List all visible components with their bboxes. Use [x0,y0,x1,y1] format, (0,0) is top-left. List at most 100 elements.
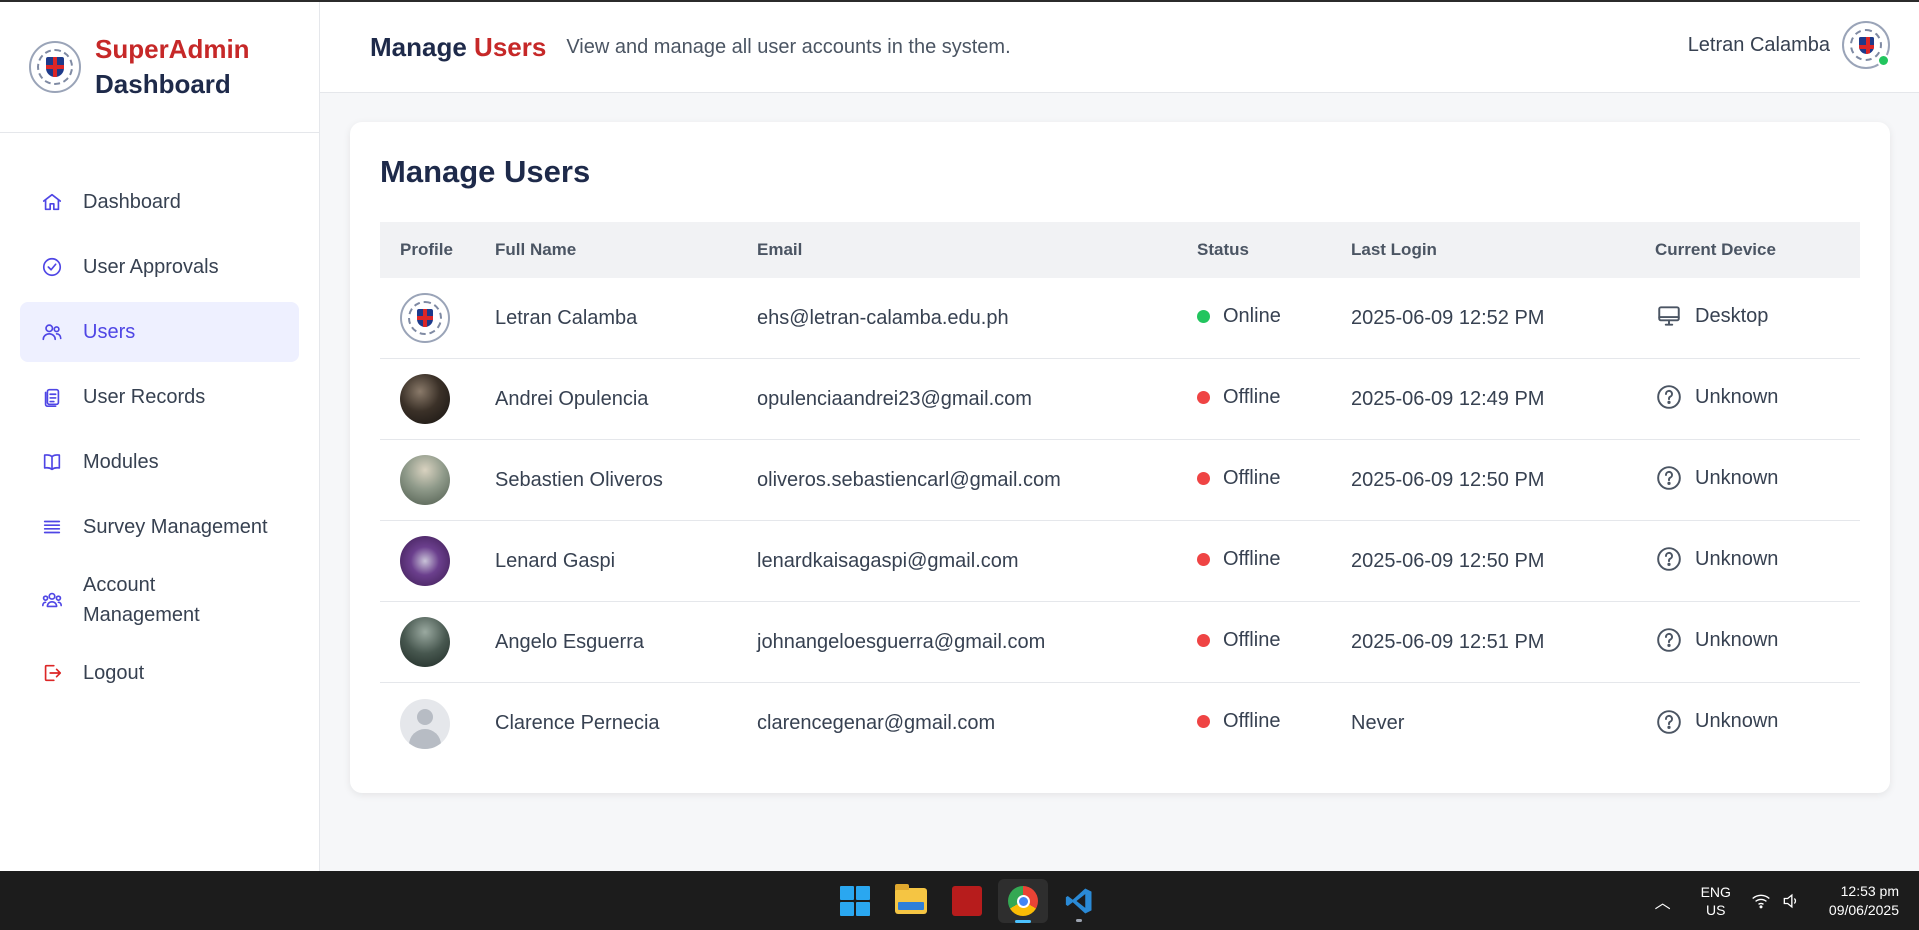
device-text: Unknown [1695,547,1779,570]
system-tray: ︿ ENG US 12:53 pm 09/06/2025 [1655,871,1899,930]
offline-dot-icon [1197,552,1210,566]
region-code: US [1706,901,1726,918]
file-explorer-button[interactable] [886,879,936,923]
question-circle-icon [1655,464,1683,492]
status-cell: Offline [1197,629,1351,652]
users-icon [40,320,64,344]
chevron-up-icon[interactable]: ︿ [1655,889,1671,913]
table-row[interactable]: Clarence Pernecia clarencegenar@gmail.co… [380,683,1860,764]
column-header-email: Email [757,240,803,259]
table-row[interactable]: Angelo Esguerra johnangeloesguerra@gmail… [380,602,1860,683]
status-text: Online [1223,304,1281,327]
offline-dot-icon [1197,390,1210,404]
table-header: Profile Full Name Email Status Last Logi… [380,222,1860,278]
profile-cell [380,455,495,505]
status-text: Offline [1223,628,1281,651]
sidebar-item-account-management[interactable]: Account Management [20,562,299,638]
last-login-cell: 2025-06-09 12:50 PM [1351,468,1545,491]
last-login-cell: 2025-06-09 12:51 PM [1351,630,1545,653]
book-icon [40,450,64,474]
sidebar-item-user-approvals[interactable]: User Approvals [20,237,299,297]
page-title-part1: Manage [370,31,467,62]
status-cell: Online [1197,305,1351,328]
profile-cell [380,536,495,586]
last-login-cell: 2025-06-09 12:52 PM [1351,306,1545,329]
brand-line1: SuperAdmin [95,34,250,64]
brand[interactable]: SuperAdmin Dashboard [0,2,319,133]
offline-dot-icon [1197,471,1210,485]
school-seal-icon [29,41,81,93]
sidebar-item-user-records[interactable]: User Records [20,367,299,427]
card-title: Manage Users [380,154,591,189]
red-app-icon [952,886,982,916]
device-cell: Unknown [1655,626,1860,654]
sidebar-item-label: Survey Management [83,516,268,538]
user-name: Letran Calamba [1687,33,1830,56]
brand-title: SuperAdmin Dashboard [95,32,250,102]
os-taskbar: ︿ ENG US 12:53 pm 09/06/2025 [0,871,1919,930]
clock-time: 12:53 pm [1840,882,1899,899]
sidebar-item-dashboard[interactable]: Dashboard [20,172,299,232]
device-text: Unknown [1695,710,1779,732]
home-icon [40,190,64,214]
language-indicator[interactable]: ENG US [1701,883,1731,919]
email-cell: lenardkaisagaspi@gmail.com [757,549,1019,572]
online-dot-icon [1197,309,1210,323]
status-text: Offline [1223,547,1281,570]
quick-settings[interactable] [1751,891,1801,911]
page-header: Manage Users View and manage all user ac… [320,2,1919,93]
table-row[interactable]: Sebastien Oliveros oliveros.sebastiencar… [380,440,1860,521]
page-title-part2: Users [474,31,547,62]
column-header-status: Status [1197,240,1249,259]
sidebar-item-label: Modules [83,451,159,473]
full-name-cell: Lenard Gaspi [495,549,616,572]
file-explorer-icon [895,884,927,914]
running-app-indicator [1076,919,1082,922]
email-cell: opulenciaandrei23@gmail.com [757,387,1032,410]
table-row[interactable]: Letran Calamba ehs@letran-calamba.edu.ph… [380,278,1860,359]
profile-cell [380,293,495,343]
brand-line2: Dashboard [95,69,231,99]
sidebar-item-label: Dashboard [83,191,181,213]
full-name-cell: Angelo Esguerra [495,630,644,653]
sidebar-item-modules[interactable]: Modules [20,432,299,492]
offline-dot-icon [1197,715,1210,728]
status-text: Offline [1223,385,1281,408]
table-row[interactable]: Andrei Opulencia opulenciaandrei23@gmail… [380,359,1860,440]
avatar[interactable] [1842,21,1890,69]
logout-icon [40,661,64,685]
sidebar-item-users[interactable]: Users [20,302,299,362]
email-cell: johnangeloesguerra@gmail.com [757,630,1046,653]
full-name-cell: Sebastien Oliveros [495,468,663,491]
status-text: Offline [1223,466,1281,489]
profile-cell [380,698,495,749]
chrome-button[interactable] [998,879,1048,923]
default-avatar-icon [400,698,450,749]
offline-dot-icon [1197,633,1210,647]
system-clock[interactable]: 12:53 pm 09/06/2025 [1829,882,1899,920]
red-app-button[interactable] [942,879,992,923]
avatar [400,293,450,343]
user-menu[interactable]: Letran Calamba [1688,21,1890,69]
device-cell: Desktop [1655,302,1860,330]
manage-users-card: Manage Users Profile Full Name Email Sta… [350,122,1890,793]
sidebar-item-survey-management[interactable]: Survey Management [20,497,299,557]
sidebar-item-logout[interactable]: Logout [20,643,299,703]
sidebar-item-label: Logout [83,662,145,684]
status-text: Offline [1223,710,1281,732]
last-login-cell: Never [1351,712,1405,734]
sidebar-item-label: Users [83,321,136,343]
question-circle-icon [1655,545,1683,573]
table-row[interactable]: Lenard Gaspi lenardkaisagaspi@gmail.com … [380,521,1860,602]
vscode-button[interactable] [1054,879,1104,923]
users-table: Profile Full Name Email Status Last Logi… [380,222,1860,764]
clock-date: 09/06/2025 [1828,901,1899,918]
sidebar-item-label: User Approvals [83,256,219,278]
windows-start-icon [840,886,870,916]
check-circle-icon [40,255,64,279]
sidebar-item-label: Account Management [83,574,200,626]
page-subtitle: View and manage all user accounts in the… [566,35,1011,58]
active-app-indicator [1015,920,1031,923]
device-text: Desktop [1695,304,1769,327]
windows-start-button[interactable] [830,879,880,923]
